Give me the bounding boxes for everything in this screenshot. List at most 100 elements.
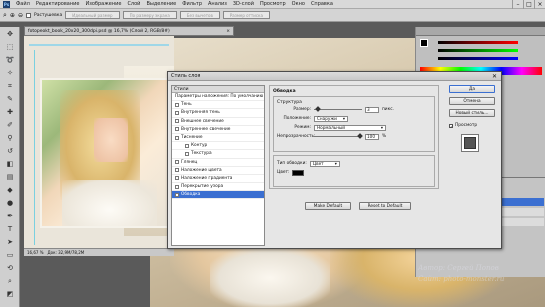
style-item-checkbox[interactable]	[175, 102, 179, 107]
document-tab[interactable]: fotopeokt_book_20x20_300dpi.psd @ 16,7% …	[24, 26, 234, 36]
minimize-icon[interactable]: –	[512, 0, 523, 9]
menu-image[interactable]: Изображение	[85, 1, 121, 7]
menu-select[interactable]: Выделение	[146, 1, 176, 7]
print-size-button[interactable]: Размер оттиска	[222, 11, 270, 19]
style-item-checkbox[interactable]	[175, 192, 179, 197]
close-window-icon[interactable]: ×	[534, 0, 545, 9]
healing-brush-icon[interactable]: ✚	[3, 106, 17, 118]
gradient-icon[interactable]: ▤	[3, 171, 17, 183]
style-item-checkbox[interactable]	[175, 176, 179, 181]
style-item-checkbox[interactable]	[175, 160, 179, 165]
fit-screen-button[interactable]: По размеру экрана	[122, 11, 177, 19]
style-item[interactable]: Обводка	[172, 191, 264, 200]
cancel-button[interactable]: Отмена	[449, 97, 495, 105]
position-select[interactable]: Снаружи ▾	[314, 115, 348, 122]
menu-layer[interactable]: Слой	[127, 1, 140, 7]
fill-screen-button[interactable]: Без вычетов	[179, 11, 220, 19]
crop-tool-icon[interactable]: ⌗	[3, 80, 17, 92]
style-item-checkbox[interactable]	[185, 151, 189, 156]
color-slider-g[interactable]	[438, 49, 518, 52]
opacity-input[interactable]: 100	[365, 133, 379, 140]
close-icon[interactable]: ✕	[490, 73, 499, 80]
style-item-checkbox[interactable]	[175, 119, 179, 124]
magic-wand-icon[interactable]: ✧	[3, 67, 17, 79]
blend-mode-select[interactable]: Нормальный ▾	[314, 124, 386, 131]
style-item-checkbox[interactable]	[185, 143, 189, 148]
style-item-checkbox[interactable]	[175, 135, 179, 140]
opacity-slider[interactable]	[314, 133, 363, 139]
style-item-label: Обводка	[181, 192, 201, 198]
zoom-in-icon[interactable]: ⊕	[10, 12, 15, 19]
style-item-checkbox[interactable]	[175, 127, 179, 132]
menu-3d[interactable]: 3D-слой	[233, 1, 254, 7]
eyedropper-icon[interactable]: ✎	[3, 93, 17, 105]
shape-tool-icon[interactable]: ▭	[3, 249, 17, 261]
feather-checkbox[interactable]	[25, 12, 31, 18]
style-item-checkbox[interactable]	[175, 168, 179, 173]
menu-filter[interactable]: Фильтр	[182, 1, 202, 7]
style-item[interactable]: Контур	[172, 142, 264, 151]
make-default-button[interactable]: Make Default	[305, 202, 351, 210]
style-item[interactable]: Наложение градиента	[172, 175, 264, 184]
move-tool-icon[interactable]: ✥	[3, 28, 17, 40]
style-item[interactable]: Параметры наложения: По умолчанию	[172, 93, 264, 102]
menu-window[interactable]: Окно	[292, 1, 305, 7]
style-item[interactable]: Текстура	[172, 150, 264, 159]
color-slider-r[interactable]	[438, 41, 518, 44]
menu-file[interactable]: Файл	[16, 1, 30, 7]
new-style-button[interactable]: Новый стиль...	[449, 109, 495, 117]
foreground-color-swatch[interactable]	[420, 39, 428, 47]
menu-view[interactable]: Просмотр	[260, 1, 286, 7]
menu-analysis[interactable]: Анализ	[208, 1, 227, 7]
lasso-tool-icon[interactable]: ➰	[3, 54, 17, 66]
zoom-out-icon[interactable]: ⊖	[18, 12, 23, 19]
stroke-color-swatch[interactable]	[292, 169, 305, 176]
styles-list-header[interactable]: Стили	[172, 86, 264, 93]
maximize-icon[interactable]: □	[523, 0, 534, 9]
dodge-tool-icon[interactable]: ●	[3, 197, 17, 209]
blur-tool-icon[interactable]: ◆	[3, 184, 17, 196]
reset-default-button[interactable]: Reset to Default	[359, 202, 411, 210]
style-item[interactable]: Наложение цвета	[172, 167, 264, 175]
stroke-settings: Обводка Структура Размер: 3 пикс. Положе…	[269, 85, 439, 246]
style-item[interactable]: Внешнее свечение	[172, 118, 264, 126]
path-select-icon[interactable]: ➤	[3, 236, 17, 248]
3d-rotate-icon[interactable]: ⟲	[3, 262, 17, 274]
close-tab-icon[interactable]: ×	[226, 29, 230, 34]
chevron-down-icon: ▾	[342, 116, 345, 121]
style-item-label: Внутренняя тень	[181, 110, 220, 116]
marquee-tool-icon[interactable]: ⬚	[3, 41, 17, 53]
color-swatches-icon[interactable]: ◩	[3, 288, 17, 300]
style-item[interactable]: Тиснение	[172, 134, 264, 143]
stamp-tool-icon[interactable]: ⚲	[3, 132, 17, 144]
style-item[interactable]: Глянец	[172, 159, 264, 167]
menu-help[interactable]: Справка	[311, 1, 333, 7]
preview-checkbox[interactable]: ✓	[449, 123, 453, 128]
color-slider-b[interactable]	[438, 57, 518, 60]
history-brush-icon[interactable]: ↺	[3, 145, 17, 157]
fill-type-select[interactable]: Цвет ▾	[309, 160, 340, 167]
ok-button[interactable]: Да	[449, 85, 495, 93]
style-item-checkbox[interactable]	[175, 110, 179, 115]
actual-pixels-button[interactable]: Идеальный размер	[65, 11, 120, 19]
brush-tool-icon[interactable]: ✐	[3, 119, 17, 131]
style-item-label: Внешнее свечение	[181, 118, 224, 124]
style-item-checkbox[interactable]	[175, 184, 179, 189]
style-item[interactable]: Тень	[172, 101, 264, 110]
type-tool-icon[interactable]: T	[3, 223, 17, 235]
size-slider-knob[interactable]	[315, 106, 321, 112]
eraser-icon[interactable]: ◧	[3, 158, 17, 170]
dialog-titlebar[interactable]: Стиль слоя ✕	[168, 72, 501, 81]
style-item[interactable]: Внутренняя тень	[172, 109, 264, 118]
zoom-tool-icon[interactable]: ⌕	[3, 275, 17, 287]
zoom-level[interactable]: 16,67 %	[27, 250, 44, 255]
size-input[interactable]: 3	[365, 106, 379, 113]
opacity-slider-knob[interactable]	[357, 133, 363, 139]
pen-tool-icon[interactable]: ✒	[3, 210, 17, 222]
menu-edit[interactable]: Редактирование	[36, 1, 80, 7]
size-unit: пикс.	[382, 107, 394, 112]
style-item[interactable]: Внутреннее свечение	[172, 126, 264, 134]
style-item[interactable]: Перекрытие узора	[172, 183, 264, 192]
style-item-label: Тиснение	[181, 135, 203, 141]
size-slider[interactable]	[314, 106, 362, 112]
